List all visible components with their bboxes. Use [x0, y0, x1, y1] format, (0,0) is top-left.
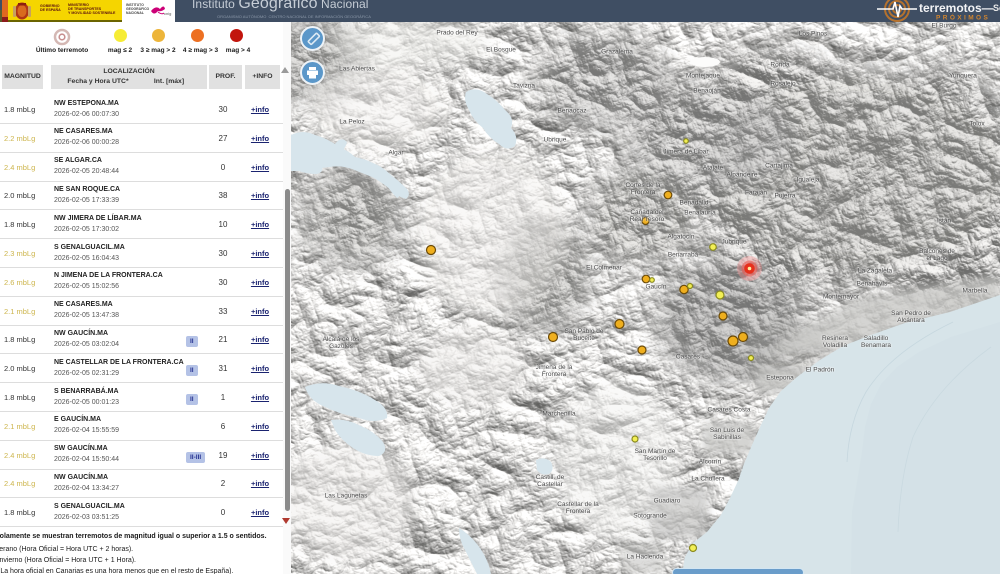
- svg-text:PRÓXIMOS: PRÓXIMOS: [936, 13, 990, 22]
- svg-text:terremotos—: terremotos—: [919, 1, 994, 15]
